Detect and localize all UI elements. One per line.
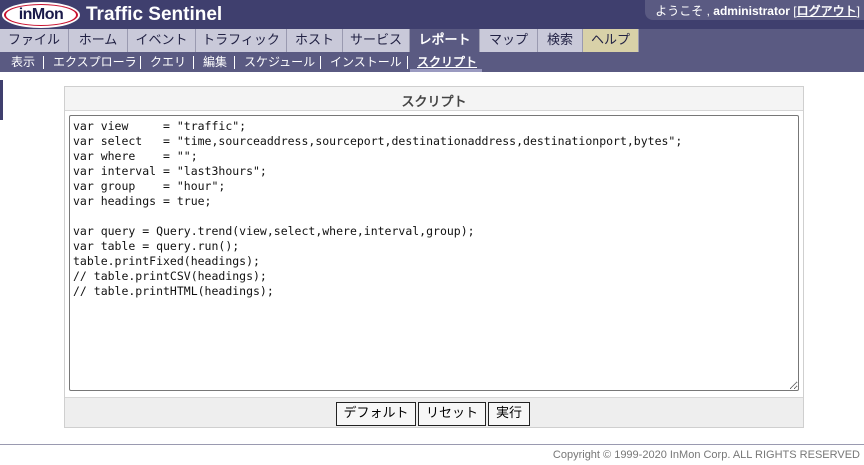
inmon-logo[interactable]: inMon	[2, 2, 80, 28]
subnav-separator	[320, 56, 321, 69]
subnav-separator	[140, 56, 141, 69]
logo-text: inMon	[18, 6, 64, 23]
copyright-text: Copyright © 1999-2020 InMon Corp. ALL RI…	[552, 449, 860, 461]
main-nav: ファイル ホーム イベント トラフィック ホスト サービス レポート マップ 検…	[0, 29, 864, 52]
tab-services[interactable]: サービス	[343, 29, 410, 52]
subtab-query[interactable]: クエリ	[150, 52, 186, 72]
tab-map[interactable]: マップ	[480, 29, 538, 52]
tab-home[interactable]: ホーム	[69, 29, 128, 52]
subnav-separator	[193, 56, 194, 69]
button-bar: デフォルト リセット 実行	[65, 397, 803, 427]
logout-bracket-close: ]	[856, 4, 860, 18]
active-subtab-indicator	[410, 69, 482, 72]
subnav-separator	[43, 56, 44, 69]
user-box: ようこそ , administrator [ログアウト]	[645, 0, 864, 20]
reset-button[interactable]: リセット	[418, 402, 486, 426]
subtab-schedule[interactable]: スケジュール	[244, 52, 315, 72]
tab-hosts[interactable]: ホスト	[287, 29, 343, 52]
app-header: inMon Traffic Sentinel ようこそ , administra…	[0, 0, 864, 29]
subnav-separator	[234, 56, 235, 69]
footer-divider	[0, 444, 864, 445]
logout-bracket-open: [	[789, 4, 797, 18]
tab-reports[interactable]: レポート	[410, 29, 480, 52]
username: administrator	[713, 4, 790, 18]
tab-help[interactable]: ヘルプ	[583, 29, 639, 52]
tab-events[interactable]: イベント	[128, 29, 196, 52]
script-panel: スクリプト var view = "traffic"; var select =…	[64, 86, 804, 428]
script-editor[interactable]: var view = "traffic"; var select = "time…	[69, 115, 799, 391]
subtab-install[interactable]: インストール	[330, 52, 402, 72]
panel-title: スクリプト	[401, 95, 467, 110]
welcome-text: ようこそ ,	[655, 4, 714, 18]
tab-file[interactable]: ファイル	[0, 29, 69, 52]
run-button[interactable]: 実行	[488, 402, 530, 426]
subtab-edit[interactable]: 編集	[203, 52, 227, 72]
panel-title-bar: スクリプト	[65, 87, 803, 111]
subtab-view[interactable]: 表示	[11, 52, 35, 72]
logout-link[interactable]: ログアウト	[797, 4, 857, 18]
left-edge-marker	[0, 80, 3, 120]
default-button[interactable]: デフォルト	[336, 402, 416, 426]
subtab-explorer[interactable]: エクスプローラ	[53, 52, 137, 72]
subnav-separator	[407, 56, 408, 69]
tab-traffic[interactable]: トラフィック	[196, 29, 287, 52]
logo-inner: inMon	[6, 5, 76, 25]
tab-search[interactable]: 検索	[538, 29, 583, 52]
app-title: Traffic Sentinel	[86, 4, 223, 25]
